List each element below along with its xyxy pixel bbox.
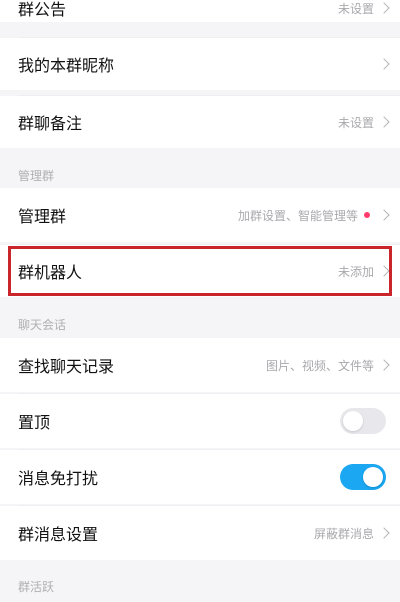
row-my-group-nickname[interactable]: 我的本群昵称	[0, 38, 400, 90]
chevron-right-icon	[378, 2, 390, 14]
section-header-activity: 群活跃	[0, 562, 400, 602]
notification-dot-icon	[364, 212, 370, 218]
row-find-chat-history[interactable]: 查找聊天记录 图片、视频、文件等	[0, 338, 400, 392]
toggle-knob	[363, 467, 383, 487]
row-group-message-settings[interactable]: 群消息设置 屏蔽群消息	[0, 506, 400, 560]
my-group-nickname-label: 我的本群昵称	[18, 56, 115, 75]
chevron-right-icon	[378, 58, 390, 70]
do-not-disturb-toggle[interactable]	[340, 464, 386, 490]
pin-top-toggle[interactable]	[340, 408, 386, 434]
chevron-right-icon	[378, 527, 390, 539]
row-do-not-disturb: 消息免打扰	[0, 450, 400, 504]
group-robot-label: 群机器人	[18, 263, 83, 282]
section-title-chat: 聊天会话	[18, 318, 67, 332]
section-title-activity: 群活跃	[18, 580, 55, 594]
do-not-disturb-label: 消息免打扰	[18, 469, 99, 488]
group-remark-label: 群聊备注	[18, 114, 83, 133]
group-remark-value: 未设置	[337, 115, 374, 130]
section-header-manage: 管理群	[0, 150, 400, 188]
find-chat-history-label: 查找聊天记录	[18, 357, 115, 376]
row-group-announcement[interactable]: 群公告 未设置	[0, 0, 400, 22]
row-manage-group[interactable]: 管理群 加群设置、智能管理等	[0, 188, 400, 242]
group-robot-value: 未添加	[337, 264, 374, 279]
section-title-manage: 管理群	[18, 169, 55, 183]
group-message-settings-value: 屏蔽群消息	[313, 526, 374, 541]
manage-group-label: 管理群	[18, 207, 67, 226]
group-announcement-value: 未设置	[337, 2, 374, 16]
row-group-remark[interactable]: 群聊备注 未设置	[0, 96, 400, 148]
group-message-settings-label: 群消息设置	[18, 525, 99, 544]
row-pin-top: 置顶	[0, 394, 400, 448]
group-announcement-label: 群公告	[18, 0, 67, 19]
chevron-right-icon	[378, 265, 390, 277]
manage-group-value: 加群设置、智能管理等	[237, 208, 358, 223]
pin-top-label: 置顶	[18, 413, 51, 432]
chevron-right-icon	[378, 359, 390, 371]
chevron-right-icon	[378, 209, 390, 221]
chevron-right-icon	[378, 116, 390, 128]
toggle-knob	[343, 411, 363, 431]
row-group-robot[interactable]: 群机器人 未添加	[0, 245, 400, 297]
section-header-chat: 聊天会话	[0, 298, 400, 338]
find-chat-history-value: 图片、视频、文件等	[265, 358, 374, 373]
